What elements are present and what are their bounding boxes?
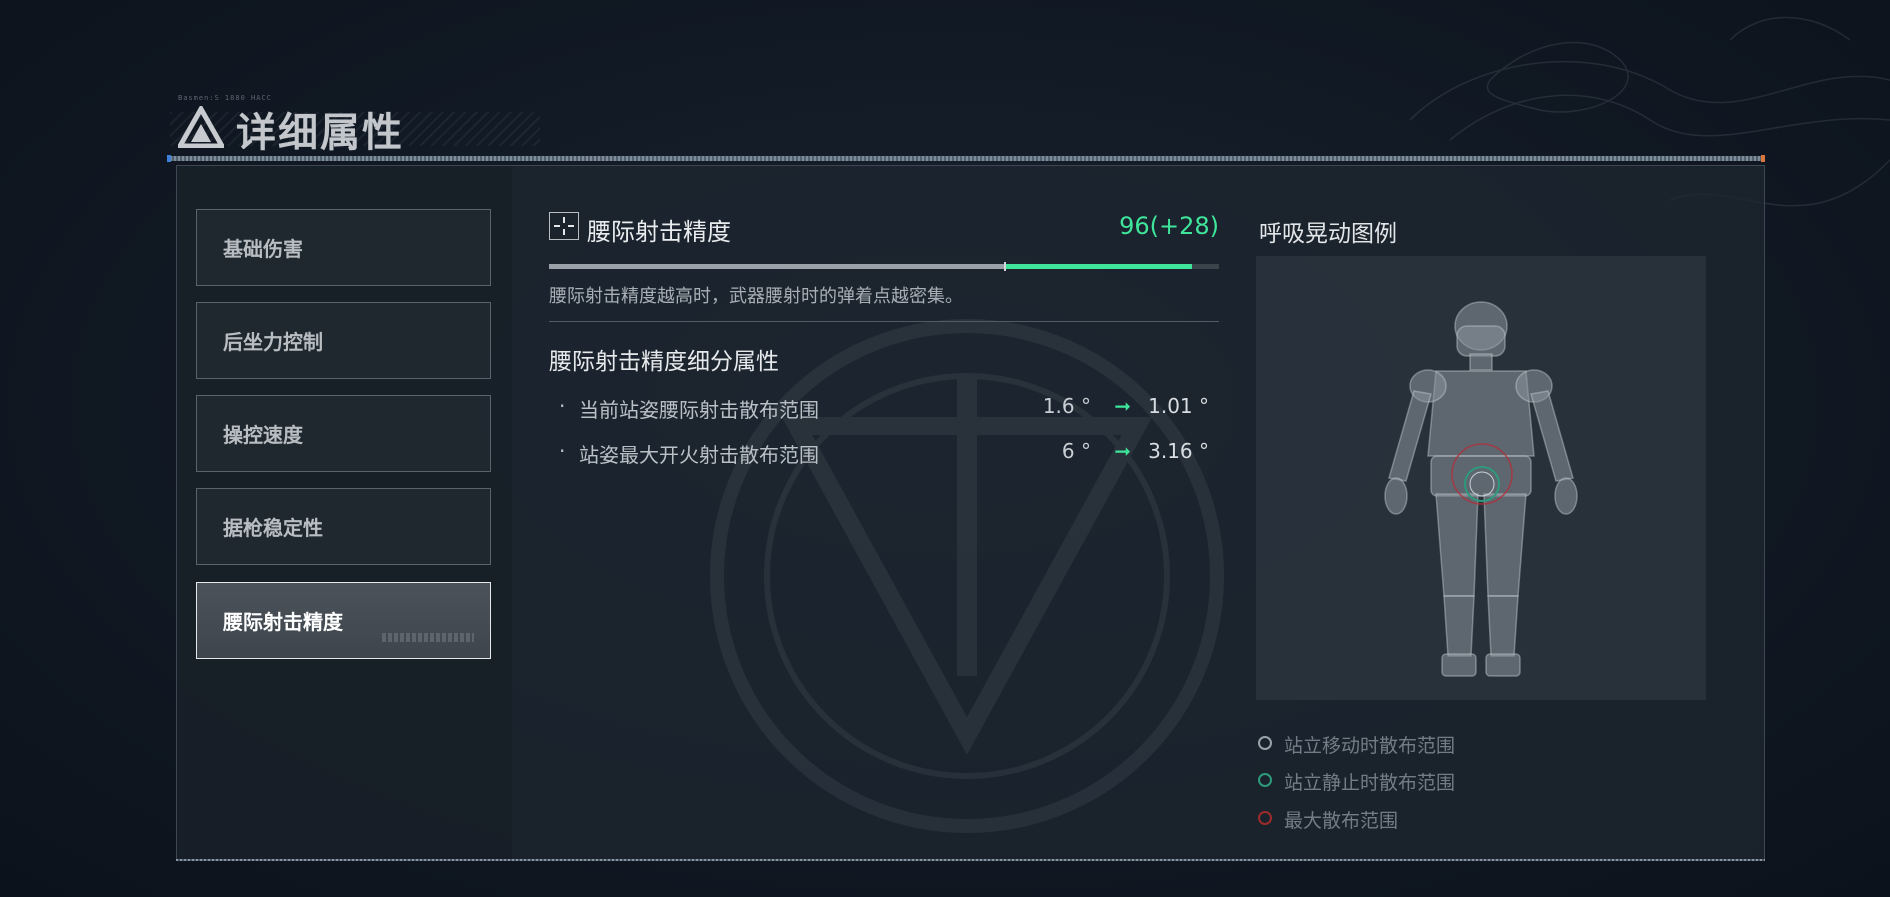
sidebar-item-hipfire-accuracy[interactable]: 腰际射击精度 <box>196 582 491 659</box>
sidebar-item-label: 基础伤害 <box>223 237 303 261</box>
button-decoration <box>382 633 474 642</box>
attr-old-value: 6 ° <box>1061 439 1091 463</box>
breakdown-row: · 站姿最大开火射击散布范围 6 ° ➞ 3.16 ° <box>549 439 1219 467</box>
legend-label: 站立移动时散布范围 <box>1284 735 1456 757</box>
circle-icon <box>1258 773 1272 787</box>
crosshair-icon <box>549 212 579 240</box>
header-accent-left <box>167 155 171 162</box>
stat-bar <box>549 262 1219 271</box>
stat-bar-bonus <box>1004 264 1193 269</box>
breakdown-row: · 当前站姿腰际射击散布范围 1.6 ° ➞ 1.01 ° <box>549 394 1219 422</box>
breakdown-title: 腰际射击精度细分属性 <box>549 349 779 375</box>
header-accent-right <box>1761 155 1765 162</box>
header: Basmen:S 1880 HACC 详细属性 <box>167 92 1765 172</box>
sidebar-item-handling-speed[interactable]: 操控速度 <box>196 395 491 472</box>
attr-new-value: 1.01 ° <box>1148 394 1209 418</box>
sidebar-item-label: 后坐力控制 <box>223 330 323 354</box>
soldier-figure-icon <box>1384 301 1578 677</box>
bullet: · <box>559 439 566 463</box>
stat-name: 腰际射击精度 <box>587 218 731 246</box>
sidebar-item-recoil-control[interactable]: 后坐力控制 <box>196 302 491 379</box>
page-title: 详细属性 <box>236 110 404 156</box>
stat-detail: 腰际射击精度 96(+28) 腰际射击精度越高时，武器腰射时的弹着点越密集。 腰… <box>549 212 1219 467</box>
bullet: · <box>559 394 566 418</box>
stat-header: 腰际射击精度 96(+28) <box>549 212 1219 252</box>
sidebar-item-label: 腰际射击精度 <box>223 610 343 634</box>
circle-icon <box>1258 736 1272 750</box>
soldier-figure-preview <box>1256 256 1706 700</box>
stat-description: 腰际射击精度越高时，武器腰射时的弹着点越密集。 <box>549 286 963 307</box>
arrow-right-icon: ➞ <box>1114 439 1131 463</box>
circle-icon <box>1258 811 1272 825</box>
attr-label: 当前站姿腰际射击散布范围 <box>579 398 819 422</box>
bottom-divider <box>176 859 1765 861</box>
triangle-logo-icon <box>178 106 224 148</box>
sidebar: 基础伤害 后坐力控制 操控速度 据枪稳定性 腰际射击精度 <box>177 166 512 859</box>
sidebar-item-aim-stability[interactable]: 据枪稳定性 <box>196 488 491 565</box>
sidebar-item-label: 操控速度 <box>223 423 303 447</box>
stat-value: 96(+28) <box>1119 212 1219 240</box>
legend-title: 呼吸晃动图例 <box>1259 221 1397 247</box>
legend-label: 最大散布范围 <box>1284 810 1399 832</box>
attr-old-value: 1.6 ° <box>1042 394 1091 418</box>
sidebar-item-label: 据枪稳定性 <box>223 516 323 540</box>
stat-bar-base <box>549 264 1005 269</box>
detail-panel: 基础伤害 后坐力控制 操控速度 据枪稳定性 腰际射击精度 腰际射击精度 96(+… <box>176 165 1765 860</box>
attr-new-value: 3.16 ° <box>1148 439 1209 463</box>
sidebar-item-base-damage[interactable]: 基础伤害 <box>196 209 491 286</box>
divider <box>549 321 1219 322</box>
stat-bar-separator <box>1003 262 1006 271</box>
attr-label: 站姿最大开火射击散布范围 <box>579 443 819 467</box>
arrow-right-icon: ➞ <box>1114 394 1131 418</box>
legend-label: 站立静止时散布范围 <box>1284 772 1456 794</box>
header-divider <box>170 156 1765 161</box>
